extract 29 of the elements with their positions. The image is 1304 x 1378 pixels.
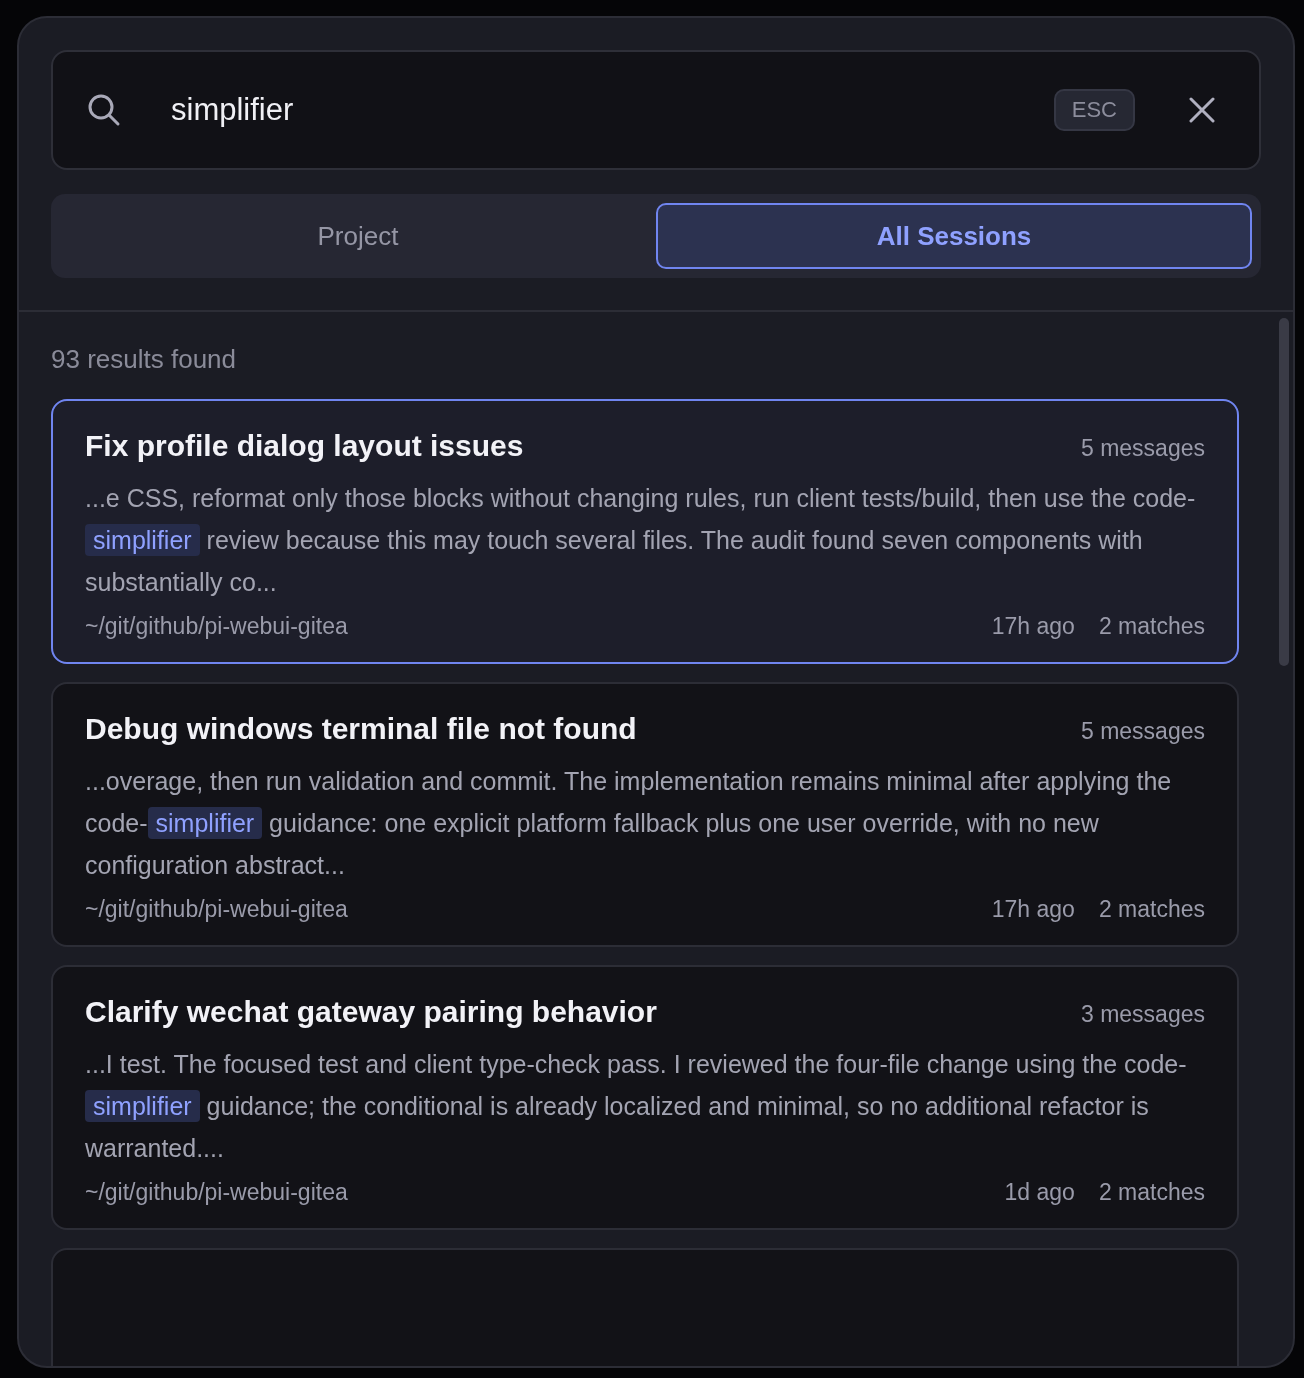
project-path: ~/git/github/pi-webui-gitea	[85, 896, 348, 923]
scrollbar-thumb[interactable]	[1279, 318, 1289, 666]
project-path: ~/git/github/pi-webui-gitea	[85, 613, 348, 640]
search-icon	[87, 93, 121, 127]
project-path: ~/git/github/pi-webui-gitea	[85, 1179, 348, 1206]
search-input[interactable]: simplifier	[169, 91, 1036, 129]
result-title: Clarify wechat gateway pairing behavior	[85, 995, 657, 1029]
result-card[interactable]	[51, 682, 1239, 947]
close-icon[interactable]	[1189, 97, 1215, 123]
match-count: 2 matches	[1098, 896, 1205, 923]
result-title: Debug windows terminal file not found	[85, 712, 637, 746]
escape-key-hint: ESC	[1053, 89, 1135, 131]
message-count: 3 messages	[1081, 1001, 1205, 1028]
result-title: Fix profile dialog layout issues	[85, 429, 524, 463]
result-time: 1d ago	[1004, 1179, 1075, 1206]
result-card[interactable]	[51, 965, 1239, 1230]
result-snippet: ...I test. The focused test and client type-check pass. I reviewed the four-file change using the code- simplifier guidance; the conditional is already localized and minimal, so no additional refactor is warranted....	[85, 1049, 1188, 1164]
result-time: 17h ago	[991, 896, 1075, 923]
match-count: 2 matches	[1098, 1179, 1205, 1206]
message-count: 5 messages	[1081, 718, 1205, 745]
match-count: 2 matches	[1098, 613, 1205, 640]
result-snippet: ...overage, then run validation and commit. The implementation remains minimal after applying the code- simplifier guidance: one explicit platform fallback plus one user override, with no new configuration abstract...	[85, 766, 1173, 881]
scope-tab[interactable]: Project	[60, 203, 656, 269]
results-count: 93 results found	[51, 344, 237, 375]
result-snippet: ...e CSS, reformat only those blocks without changing rules, run client tests/build, then use the code- simplifier review because this may touch several files. The audit found seven components with substantially co...	[85, 483, 1197, 598]
result-card[interactable]	[51, 399, 1239, 664]
scope-tab[interactable]: All Sessions	[656, 203, 1252, 269]
result-time: 17h ago	[991, 613, 1075, 640]
message-count: 5 messages	[1081, 435, 1205, 462]
